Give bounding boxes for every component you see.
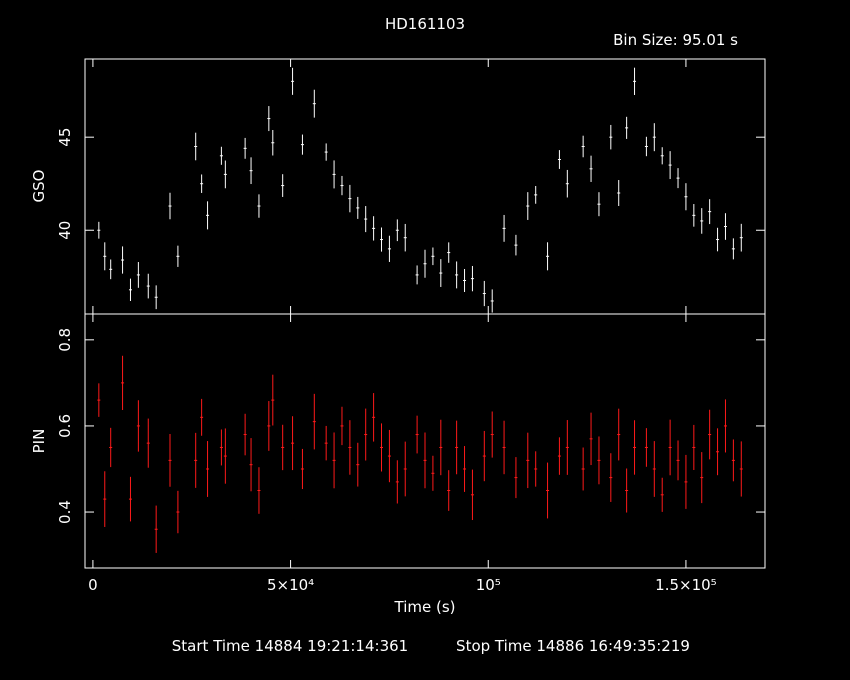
x-axis-label: Time (s) bbox=[394, 598, 456, 616]
pin-ylabel: PIN bbox=[30, 429, 48, 454]
time-axis: 0 5×10⁴ 10⁵ 1.5×10⁵ bbox=[88, 576, 717, 594]
gso-ylabel: GSO bbox=[30, 170, 48, 203]
pin-series bbox=[97, 355, 743, 553]
gso-axis: 40 45 bbox=[56, 59, 765, 314]
gso-series bbox=[97, 67, 743, 313]
pin-ytick-label: 0.8 bbox=[56, 328, 74, 352]
pin-panel: 0.4 0.6 0.8 PIN bbox=[30, 313, 766, 569]
pin-ytick-label: 0.6 bbox=[56, 414, 74, 438]
pin-axis: 0.4 0.6 0.8 bbox=[56, 314, 765, 568]
gso-ytick-label: 45 bbox=[56, 128, 74, 147]
pin-ytick-label: 0.4 bbox=[56, 500, 74, 524]
x-tick-label: 0 bbox=[88, 576, 98, 594]
bin-size-label: Bin Size: 95.01 s bbox=[613, 31, 738, 49]
stop-time: Stop Time 14886 16:49:35:219 bbox=[456, 637, 690, 655]
x-tick-label: 1.5×10⁵ bbox=[655, 576, 717, 594]
chart-title: HD161103 bbox=[385, 15, 465, 33]
x-tick-label: 10⁵ bbox=[476, 576, 501, 594]
gso-panel: 40 45 GSO bbox=[30, 58, 766, 315]
lightcurve-chart: HD161103 Bin Size: 95.01 s 4045 GSO 0.40… bbox=[30, 15, 766, 655]
start-time: Start Time 14884 19:21:14:361 bbox=[172, 637, 408, 655]
x-tick-label: 5×10⁴ bbox=[267, 576, 314, 594]
gso-ytick-label: 40 bbox=[56, 221, 74, 240]
